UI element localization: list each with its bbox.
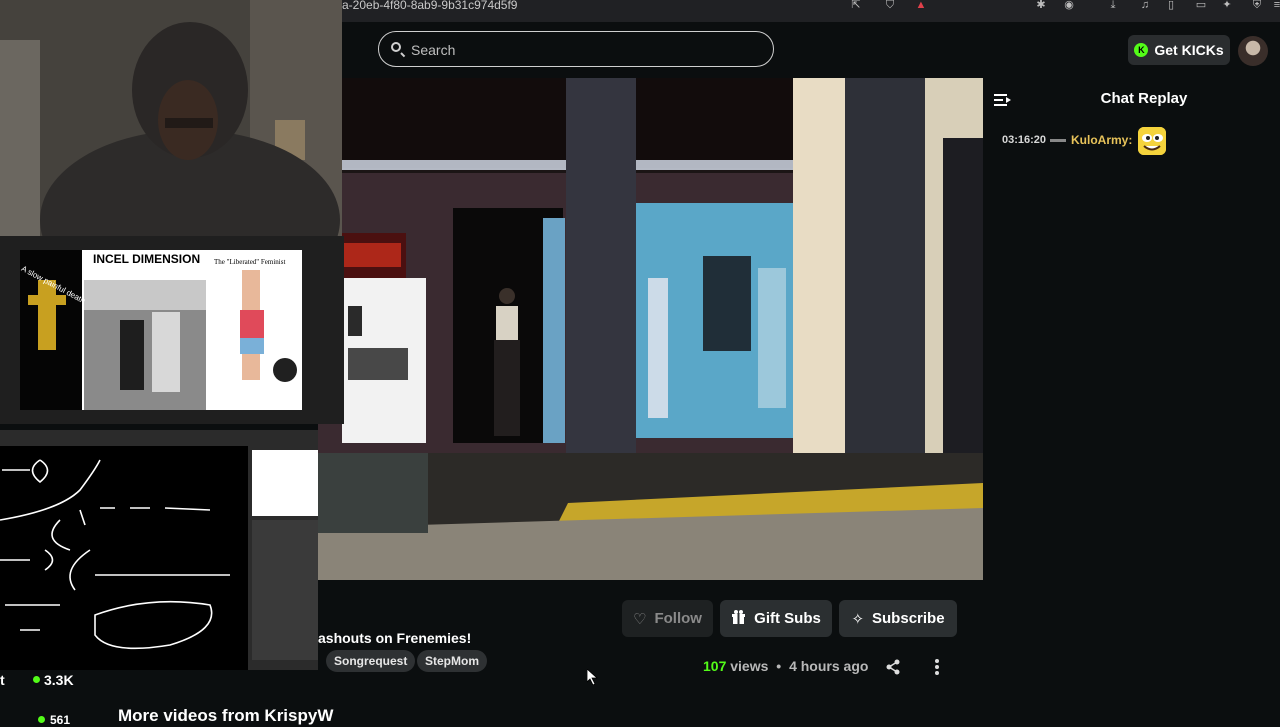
more-options-icon[interactable]	[934, 658, 940, 676]
sidebar-icon[interactable]: ▯	[1164, 0, 1178, 12]
viewer-count: 561	[50, 713, 71, 727]
tag-stepmom[interactable]: StepMom	[417, 650, 487, 672]
screenshot-icon[interactable]: ◉	[1062, 0, 1076, 12]
subscribe-button[interactable]: ✧ Subscribe	[839, 600, 957, 637]
video-title: ashouts on Frenemies!	[318, 630, 472, 646]
video-player[interactable]	[318, 78, 983, 580]
gift-subs-button[interactable]: Gift Subs	[720, 600, 832, 637]
media-icon[interactable]: ♫	[1138, 0, 1152, 12]
share-icon[interactable]	[885, 659, 901, 675]
heart-icon: ♡	[633, 610, 647, 628]
extension-icon[interactable]: ✱	[1034, 0, 1048, 12]
search-bar[interactable]	[378, 31, 774, 67]
collapse-chat-icon[interactable]	[994, 92, 1012, 108]
more-videos-heading: More videos from KrispyW	[118, 706, 334, 725]
time-ago: 4 hours ago	[789, 658, 869, 674]
kick-logo-icon: K	[1134, 43, 1149, 57]
follow-button[interactable]: ♡ Follow	[622, 600, 713, 637]
live-dot-icon	[33, 676, 40, 683]
follower-count: 3.3K	[44, 672, 74, 688]
webcam-overlay	[0, 0, 342, 236]
search-input[interactable]	[409, 40, 743, 60]
view-count: 107	[703, 658, 727, 674]
chat-message-time: 03:16:20	[1002, 134, 1047, 146]
subscribe-label: Subscribe	[872, 610, 945, 627]
vpn-icon[interactable]: ⛨	[1250, 0, 1264, 12]
search-icon	[391, 42, 401, 52]
sparkle-icon: ✧	[851, 610, 865, 628]
chat-panel	[985, 78, 1280, 720]
emote-icon	[1138, 127, 1166, 155]
whiteboard-overlay	[0, 430, 318, 670]
get-kicks-label: Get KICKs	[1154, 42, 1224, 58]
brave-shield-icon[interactable]: ⛉	[883, 0, 897, 12]
share-page-icon[interactable]: ⇱	[849, 0, 863, 12]
gift-icon	[731, 609, 746, 628]
follow-label: Follow	[654, 610, 702, 627]
chat-badge-icon	[1050, 139, 1066, 142]
mouse-cursor-icon	[587, 669, 599, 685]
user-avatar[interactable]	[1238, 36, 1268, 66]
brave-rewards-icon[interactable]: ▲	[914, 0, 928, 12]
tag-songrequest[interactable]: Songrequest	[326, 650, 416, 672]
slide-canvas	[20, 250, 302, 410]
chat-username[interactable]: KuloArmy:	[1071, 133, 1132, 147]
video-frame	[318, 78, 983, 580]
download-icon[interactable]: ⤓	[1106, 0, 1120, 12]
window-icon[interactable]: ▭	[1194, 0, 1208, 12]
slide-title: INCEL DIMENSION	[93, 252, 201, 266]
address-bar-url[interactable]: a-20eb-4f80-8ab9-9b31c974d5f9	[342, 0, 517, 14]
follower-label: t	[0, 672, 5, 688]
view-stats: 107 views • 4 hours ago	[703, 658, 868, 674]
slide-subtitle: The "Liberated" Feminist	[214, 258, 286, 266]
views-label: views	[730, 658, 769, 674]
leo-ai-icon[interactable]: ✦	[1220, 0, 1234, 12]
menu-icon[interactable]: ≡	[1270, 0, 1280, 12]
separator: •	[776, 658, 782, 674]
gift-subs-label: Gift Subs	[754, 610, 821, 627]
chat-title: Chat Replay	[1100, 90, 1188, 107]
get-kicks-button[interactable]: K Get KICKs	[1128, 35, 1230, 65]
